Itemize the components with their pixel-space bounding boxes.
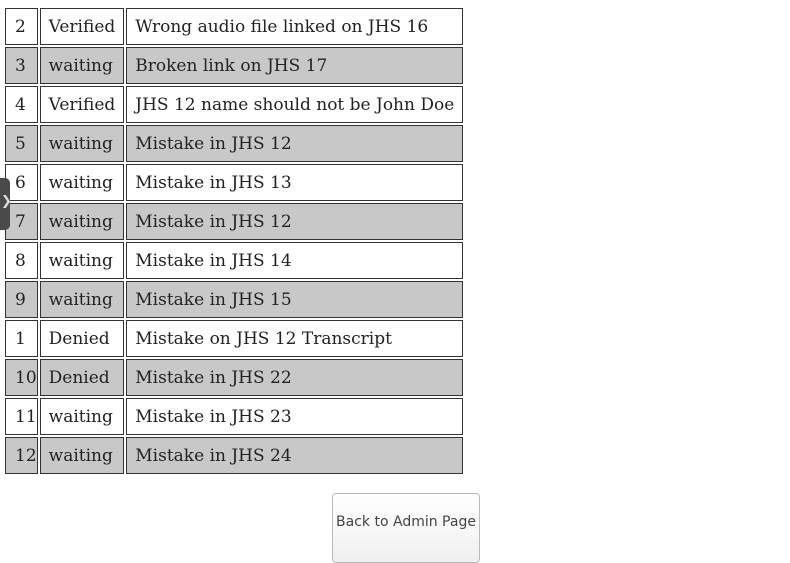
table-row: 5 waiting Mistake in JHS 12 xyxy=(5,125,464,162)
report-id-cell: 2 xyxy=(5,8,38,45)
report-status-cell: waiting xyxy=(39,203,125,240)
report-id-cell: 12 xyxy=(5,437,38,474)
report-description-cell: Mistake in JHS 15 xyxy=(126,281,464,318)
report-status-cell: waiting xyxy=(39,242,125,279)
report-id-cell: 1 xyxy=(5,320,38,357)
chevron-right-icon: ❯ xyxy=(1,194,12,209)
report-id-cell: 3 xyxy=(5,47,38,84)
report-description-cell: Mistake in JHS 23 xyxy=(126,398,464,435)
side-panel-toggle[interactable]: ❯ xyxy=(0,178,12,230)
table-row: 10 Denied Mistake in JHS 22 xyxy=(5,359,464,396)
report-status-cell: waiting xyxy=(39,398,125,435)
report-description-cell: Mistake in JHS 12 xyxy=(126,203,464,240)
report-status-cell: waiting xyxy=(39,47,125,84)
table-row: 8 waiting Mistake in JHS 14 xyxy=(5,242,464,279)
reports-table: 2 Verified Wrong audio file linked on JHS … xyxy=(3,6,465,476)
table-row: 1 Denied Mistake on JHS 12 Transcript xyxy=(5,320,464,357)
table-row: 2 Verified Wrong audio file linked on JHS … xyxy=(5,8,464,45)
report-description-cell: Mistake in JHS 22 xyxy=(126,359,464,396)
report-description-cell: JHS 12 name should not be John Doe xyxy=(126,86,464,123)
report-description-cell: Mistake in JHS 24 xyxy=(126,437,464,474)
table-row: 11 waiting Mistake in JHS 23 xyxy=(5,398,464,435)
report-status-cell: waiting xyxy=(39,281,125,318)
report-id-cell: 5 xyxy=(5,125,38,162)
report-description-cell: Mistake in JHS 12 xyxy=(126,125,464,162)
report-status-cell: waiting xyxy=(39,164,125,201)
report-description-cell: Mistake in JHS 13 xyxy=(126,164,464,201)
table-row: 4 Verified JHS 12 name should not be John … xyxy=(5,86,464,123)
report-description-cell: Wrong audio file linked on JHS 16 xyxy=(126,8,464,45)
report-description-cell: Mistake on JHS 12 Transcript xyxy=(126,320,464,357)
report-id-cell: 11 xyxy=(5,398,38,435)
report-status-cell: Denied xyxy=(39,359,125,396)
reports-table-body: 2 Verified Wrong audio file linked on JHS … xyxy=(5,8,464,474)
report-status-cell: waiting xyxy=(39,125,125,162)
report-description-cell: Broken link on JHS 17 xyxy=(126,47,464,84)
report-status-cell: Denied xyxy=(39,320,125,357)
table-row: 7 waiting Mistake in JHS 12 xyxy=(5,203,464,240)
report-id-cell: 4 xyxy=(5,86,38,123)
report-status-cell: Verified xyxy=(39,8,125,45)
report-status-cell: waiting xyxy=(39,437,125,474)
report-id-cell: 8 xyxy=(5,242,38,279)
report-status-cell: Verified xyxy=(39,86,125,123)
table-row: 3 waiting Broken link on JHS 17 xyxy=(5,47,464,84)
table-row: 6 waiting Mistake in JHS 13 xyxy=(5,164,464,201)
table-row: 12 waiting Mistake in JHS 24 xyxy=(5,437,464,474)
table-row: 9 waiting Mistake in JHS 15 xyxy=(5,281,464,318)
report-id-cell: 10 xyxy=(5,359,38,396)
report-id-cell: 9 xyxy=(5,281,38,318)
report-description-cell: Mistake in JHS 14 xyxy=(126,242,464,279)
